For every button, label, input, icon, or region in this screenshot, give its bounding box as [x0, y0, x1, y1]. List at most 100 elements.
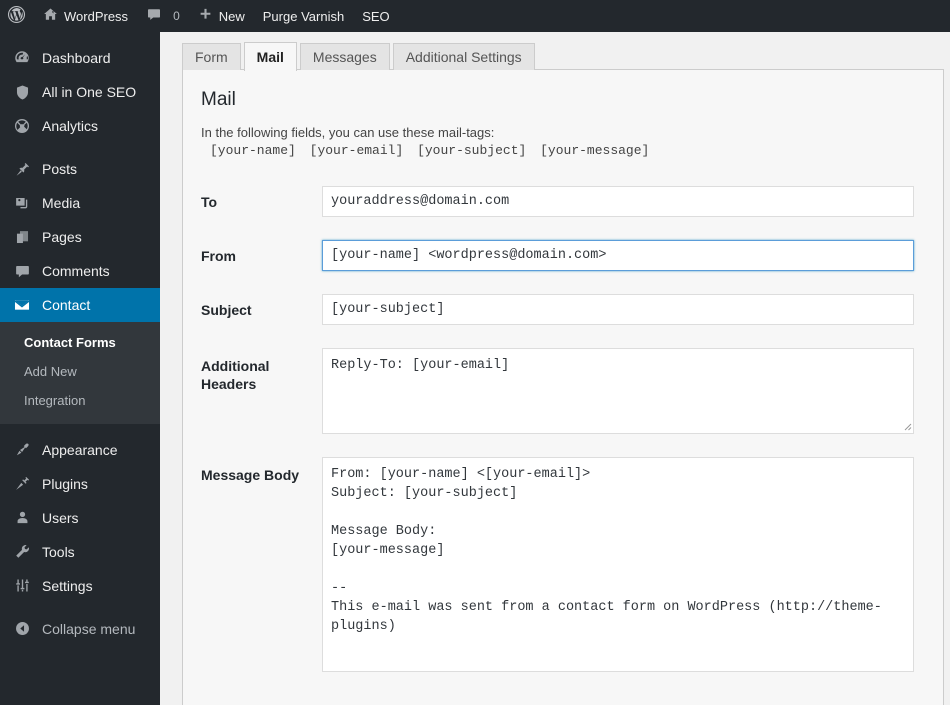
mail-settings-panel: Mail In the following fields, you can us…: [182, 69, 944, 705]
admin-bar: WordPress 0 New Purge Varnish SEO: [0, 0, 950, 32]
admin-bar-comment-count: 0: [173, 9, 180, 23]
contact-submenu: Contact Forms Add New Integration: [0, 322, 160, 424]
additional-headers-textarea[interactable]: Reply-To: [your-email]: [322, 347, 914, 434]
subject-label: Subject: [201, 301, 252, 318]
sidebar-item-users[interactable]: Users: [0, 501, 160, 535]
sidebar-item-label: Media: [42, 195, 81, 211]
mail-tags-list: [your-name] [your-email] [your-subject] …: [201, 143, 923, 158]
admin-bar-item-comments[interactable]: 0: [137, 0, 189, 32]
submenu-item-contact-forms[interactable]: Contact Forms: [0, 329, 160, 358]
sidebar-item-appearance[interactable]: Appearance: [0, 433, 160, 467]
sidebar-item-posts[interactable]: Posts: [0, 152, 160, 186]
comment-bubble-icon: [146, 7, 162, 25]
tab-mail[interactable]: Mail: [243, 42, 297, 71]
wordpress-logo-button[interactable]: [0, 0, 34, 32]
submenu-item-label: Add New: [24, 363, 77, 379]
mail-tag: [your-message]: [540, 142, 650, 158]
tab-additional-settings[interactable]: Additional Settings: [392, 43, 535, 70]
sidebar-item-label: Dashboard: [42, 50, 111, 66]
from-input[interactable]: [322, 239, 914, 271]
sidebar-item-label: Tools: [42, 543, 75, 560]
sidebar-item-label: All in One SEO: [42, 84, 137, 100]
admin-bar-site-name-label: WordPress: [64, 8, 129, 24]
additional-headers-label: Additional Headers: [201, 357, 270, 393]
admin-bar-item-purge-varnish[interactable]: Purge Varnish: [254, 0, 353, 32]
pages-icon: [12, 227, 32, 247]
sidebar-item-label: Settings: [42, 577, 93, 594]
admin-sidebar: Dashboard All in One SEO Analytics Posts: [0, 32, 168, 705]
wordpress-logo-icon: [7, 5, 26, 27]
field-row-from: From: [201, 239, 923, 271]
settings-icon: [12, 576, 32, 596]
submenu-item-label: Integration: [24, 392, 86, 408]
subject-input[interactable]: [322, 293, 914, 325]
sidebar-item-label: Plugins: [42, 475, 88, 492]
sidebar-item-analytics[interactable]: Analytics: [0, 109, 160, 143]
plus-icon: [198, 7, 213, 25]
sidebar-item-comments[interactable]: Comments: [0, 254, 160, 288]
message-body-textarea[interactable]: From: [your-name] <[your-email]> Subject…: [322, 456, 914, 672]
tab-label: Additional Settings: [405, 49, 522, 65]
additional-headers-wrapper: Reply-To: [your-email]: [322, 347, 914, 434]
tab-label: Mail: [256, 49, 284, 65]
collapse-icon: [12, 619, 32, 639]
sidebar-item-all-in-one-seo[interactable]: All in One SEO: [0, 75, 160, 109]
to-input[interactable]: [322, 185, 914, 217]
comment-icon: [12, 261, 32, 281]
admin-bar-purge-varnish-label: Purge Varnish: [262, 8, 345, 24]
mail-tag: [your-subject]: [417, 142, 527, 158]
shield-icon: [12, 82, 32, 102]
appearance-icon: [12, 440, 32, 460]
sidebar-item-contact[interactable]: Contact: [0, 288, 168, 322]
field-row-additional-headers: Additional Headers Reply-To: [your-email…: [201, 347, 923, 434]
contact-form-tabs: Form Mail Messages Additional Settings: [182, 38, 538, 71]
field-row-to: To: [201, 185, 923, 217]
users-icon: [12, 508, 32, 528]
tab-label: Messages: [312, 49, 377, 65]
sidebar-item-dashboard[interactable]: Dashboard: [0, 41, 160, 75]
submenu-item-label: Contact Forms: [24, 335, 116, 350]
mail-tags-hint: In the following fields, you can use the…: [201, 124, 495, 140]
dashboard-icon: [12, 48, 32, 68]
menu-separator-2: [0, 424, 160, 433]
field-row-subject: Subject: [201, 293, 923, 325]
sidebar-item-label: Pages: [42, 229, 82, 245]
sidebar-item-label: Analytics: [42, 118, 99, 134]
media-icon: [12, 193, 32, 213]
to-label: To: [201, 193, 218, 210]
from-label: From: [201, 247, 236, 264]
tab-messages[interactable]: Messages: [299, 43, 390, 70]
sidebar-item-plugins[interactable]: Plugins: [0, 467, 160, 501]
message-body-label: Message Body: [201, 466, 300, 483]
sidebar-item-tools[interactable]: Tools: [0, 535, 160, 569]
sidebar-item-settings[interactable]: Settings: [0, 569, 160, 603]
tab-label: Form: [195, 49, 228, 65]
menu-separator-3: [0, 603, 160, 612]
envelope-icon: [12, 295, 32, 315]
field-row-message-body: Message Body From: [your-name] <[your-em…: [201, 456, 923, 672]
admin-bar-item-site-name[interactable]: WordPress: [34, 0, 137, 32]
main-content: Form Mail Messages Additional Settings M…: [160, 32, 950, 705]
admin-bar-item-new[interactable]: New: [189, 0, 254, 32]
mail-tag: [your-name]: [210, 142, 296, 158]
sidebar-item-label: Collapse menu: [42, 620, 136, 637]
plugins-icon: [12, 474, 32, 494]
mail-form: To From Subject Additional Headers Reply…: [201, 185, 923, 672]
menu-separator-1: [0, 143, 160, 152]
page-title: Mail: [201, 89, 236, 110]
sidebar-item-label: Contact: [42, 297, 91, 313]
submenu-item-integration[interactable]: Integration: [0, 387, 160, 416]
sidebar-item-pages[interactable]: Pages: [0, 220, 160, 254]
submenu-item-add-new[interactable]: Add New: [0, 358, 160, 387]
sidebar-item-label: Comments: [42, 263, 110, 279]
sidebar-item-label: Users: [42, 509, 79, 526]
mail-tag: [your-email]: [309, 142, 404, 158]
sidebar-item-media[interactable]: Media: [0, 186, 160, 220]
analytics-icon: [12, 116, 32, 136]
tools-icon: [12, 542, 32, 562]
sidebar-item-collapse-menu[interactable]: Collapse menu: [0, 612, 160, 646]
tab-form[interactable]: Form: [182, 43, 241, 70]
admin-bar-item-seo[interactable]: SEO: [353, 0, 398, 32]
message-body-wrapper: From: [your-name] <[your-email]> Subject…: [322, 456, 914, 672]
menu-spacer-top: [0, 32, 160, 41]
